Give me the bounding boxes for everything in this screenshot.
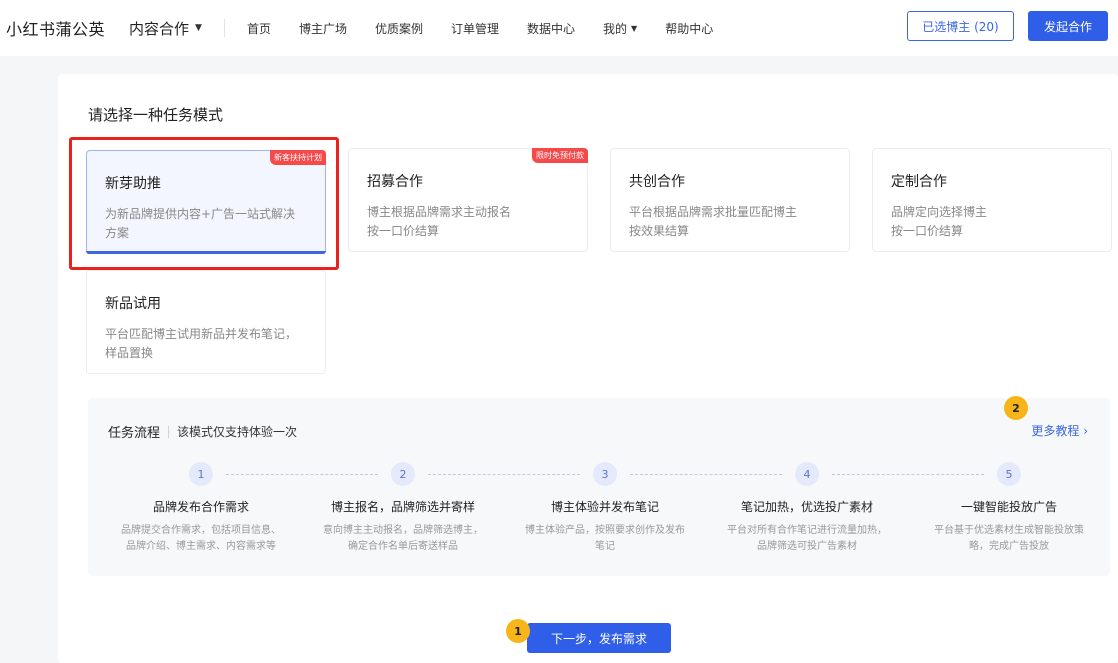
step-desc-line: 博主体验产品，按照要求创作及发布	[525, 525, 685, 536]
start-cooperation-button[interactable]: 发起合作	[1028, 11, 1108, 41]
card-desc-line: 博主根据品牌需求主动报名	[367, 205, 512, 219]
step-number: 3	[593, 462, 617, 486]
flow-step: 5 一键智能投放广告 平台基于优选素材生成智能投放策 略，完成广告投放	[914, 462, 1104, 555]
card-desc-line: 按一口价结算	[891, 224, 964, 238]
step-title: 品牌发布合作需求	[152, 500, 249, 514]
card-desc-line: 平台根据品牌需求批量匹配博主	[629, 205, 798, 219]
mode-card-custom[interactable]: 定制合作 品牌定向选择博主 按一口价结算	[872, 148, 1112, 252]
step-number: 4	[795, 462, 819, 486]
selected-bloggers-button[interactable]: 已选博主 (20)	[907, 11, 1014, 41]
flow-subtitle: 该模式仅支持体验一次	[177, 425, 298, 439]
product-switcher[interactable]: 内容合作 ▼	[129, 18, 202, 39]
nav-item-data-center[interactable]: 数据中心	[527, 20, 575, 37]
card-desc: 平台匹配博主试用新品并发布笔记，样品置换	[105, 327, 298, 360]
nav-divider	[223, 19, 225, 37]
card-tag: 限时免预付款	[532, 148, 588, 163]
chevron-down-icon: ▼	[631, 23, 638, 33]
card-desc-line: 品牌定向选择博主	[891, 205, 988, 219]
card-desc: 为新品牌提供内容+广告一站式解决方案	[105, 207, 296, 240]
section-title: 请选择一种任务模式	[88, 106, 224, 124]
card-title: 招募合作	[367, 174, 423, 190]
chevron-down-icon: ▼	[195, 23, 202, 33]
mode-card-recruit[interactable]: 限时免预付款 招募合作 博主根据品牌需求主动报名 按一口价结算	[348, 148, 588, 252]
step-desc-line: 确定合作名单后寄送样品	[348, 541, 458, 552]
step-desc-line: 平台对所有合作笔记进行流量加热，	[727, 525, 887, 536]
step-desc-line: 品牌提交合作需求，包括项目信息、	[121, 525, 281, 536]
step-title: 笔记加热，优选投广素材	[740, 500, 873, 514]
card-desc-line: 按一口价结算	[367, 224, 440, 238]
step-title: 博主体验并发布笔记	[550, 500, 659, 514]
step-desc: 平台对所有合作笔记进行流量加热， 品牌筛选可投广告素材	[712, 523, 902, 555]
flow-step: 2 博主报名，品牌筛选并寄样 意向博主主动报名，品牌筛选博主， 确定合作名单后寄…	[308, 462, 498, 555]
card-desc: 平台根据品牌需求批量匹配博主 按效果结算	[629, 203, 831, 241]
task-flow: 任务流程 该模式仅支持体验一次 更多教程 › 1 品牌发布合作需求 品牌提交合作…	[88, 398, 1110, 576]
step-desc-line: 笔记	[595, 541, 615, 552]
main-nav: 首页 博主广场 优质案例 订单管理 数据中心 我的 ▼ 帮助中心	[247, 20, 741, 37]
step-number: 1	[189, 462, 213, 486]
card-desc-line: 按效果结算	[629, 224, 690, 238]
more-tutorials-link[interactable]: 更多教程 ›	[1031, 422, 1088, 439]
card-title: 新品试用	[105, 296, 161, 312]
step-number: 2	[391, 462, 415, 486]
flow-step: 3 博主体验并发布笔记 博主体验产品，按照要求创作及发布 笔记	[510, 462, 700, 555]
main-panel: 请选择一种任务模式 新客扶持计划 新芽助推 为新品牌提供内容+广告一站式解决方案…	[58, 74, 1118, 663]
nav-item-cases[interactable]: 优质案例	[375, 20, 423, 37]
nav-item-help[interactable]: 帮助中心	[665, 20, 713, 37]
flow-step: 1 品牌发布合作需求 品牌提交合作需求，包括项目信息、 品牌介绍、博主需求、内容…	[106, 462, 296, 555]
mode-card-product-trial[interactable]: 新品试用 平台匹配博主试用新品并发布笔记，样品置换	[86, 270, 326, 374]
step-desc-line: 品牌介绍、博主需求、内容需求等	[126, 541, 276, 552]
mode-card-new-sprout[interactable]: 新客扶持计划 新芽助推 为新品牌提供内容+广告一站式解决方案	[86, 150, 326, 254]
step-desc: 品牌提交合作需求，包括项目信息、 品牌介绍、博主需求、内容需求等	[106, 523, 296, 555]
mode-card-co-create[interactable]: 共创合作 平台根据品牌需求批量匹配博主 按效果结算	[610, 148, 850, 252]
card-tag: 新客扶持计划	[270, 150, 326, 165]
nav-item-mine-label: 我的	[603, 21, 628, 36]
flow-divider	[168, 425, 170, 438]
brand-logo-text[interactable]: 小红书蒲公英	[6, 16, 105, 40]
nav-item-orders[interactable]: 订单管理	[451, 20, 499, 37]
card-title: 新芽助推	[105, 176, 161, 192]
product-switcher-label: 内容合作	[129, 19, 190, 38]
card-title: 共创合作	[629, 174, 685, 190]
flow-title: 任务流程	[108, 426, 161, 441]
step-title: 一键智能投放广告	[960, 500, 1057, 514]
annotation-badge-2: 2	[1004, 396, 1028, 420]
step-desc: 意向博主主动报名，品牌筛选博主， 确定合作名单后寄送样品	[308, 523, 498, 555]
flow-step: 4 笔记加热，优选投广素材 平台对所有合作笔记进行流量加热， 品牌筛选可投广告素…	[712, 462, 902, 555]
nav-item-home[interactable]: 首页	[247, 20, 271, 37]
card-desc: 品牌定向选择博主 按一口价结算	[891, 203, 1093, 241]
card-desc: 博主根据品牌需求主动报名 按一口价结算	[367, 203, 569, 241]
nav-item-mine[interactable]: 我的 ▼	[603, 20, 637, 37]
step-desc-line: 意向博主主动报名，品牌筛选博主，	[323, 525, 483, 536]
step-desc: 博主体验产品，按照要求创作及发布 笔记	[510, 523, 700, 555]
annotation-badge-1: 1	[506, 619, 530, 643]
flow-steps: 1 品牌发布合作需求 品牌提交合作需求，包括项目信息、 品牌介绍、博主需求、内容…	[88, 462, 1110, 572]
next-step-button[interactable]: 下一步，发布需求	[527, 623, 671, 653]
nav-item-blogger-plaza[interactable]: 博主广场	[299, 20, 347, 37]
step-desc: 平台基于优选素材生成智能投放策 略，完成广告投放	[914, 523, 1104, 555]
step-desc-line: 平台基于优选素材生成智能投放策	[934, 525, 1084, 536]
step-desc-line: 品牌筛选可投广告素材	[757, 541, 857, 552]
step-number: 5	[997, 462, 1021, 486]
step-desc-line: 略，完成广告投放	[969, 541, 1049, 552]
step-title: 博主报名，品牌筛选并寄样	[330, 500, 475, 514]
top-navigation: 小红书蒲公英 内容合作 ▼ 首页 博主广场 优质案例 订单管理 数据中心 我的 …	[0, 0, 1118, 56]
card-title: 定制合作	[891, 174, 947, 190]
flow-header: 任务流程 该模式仅支持体验一次	[108, 422, 297, 441]
